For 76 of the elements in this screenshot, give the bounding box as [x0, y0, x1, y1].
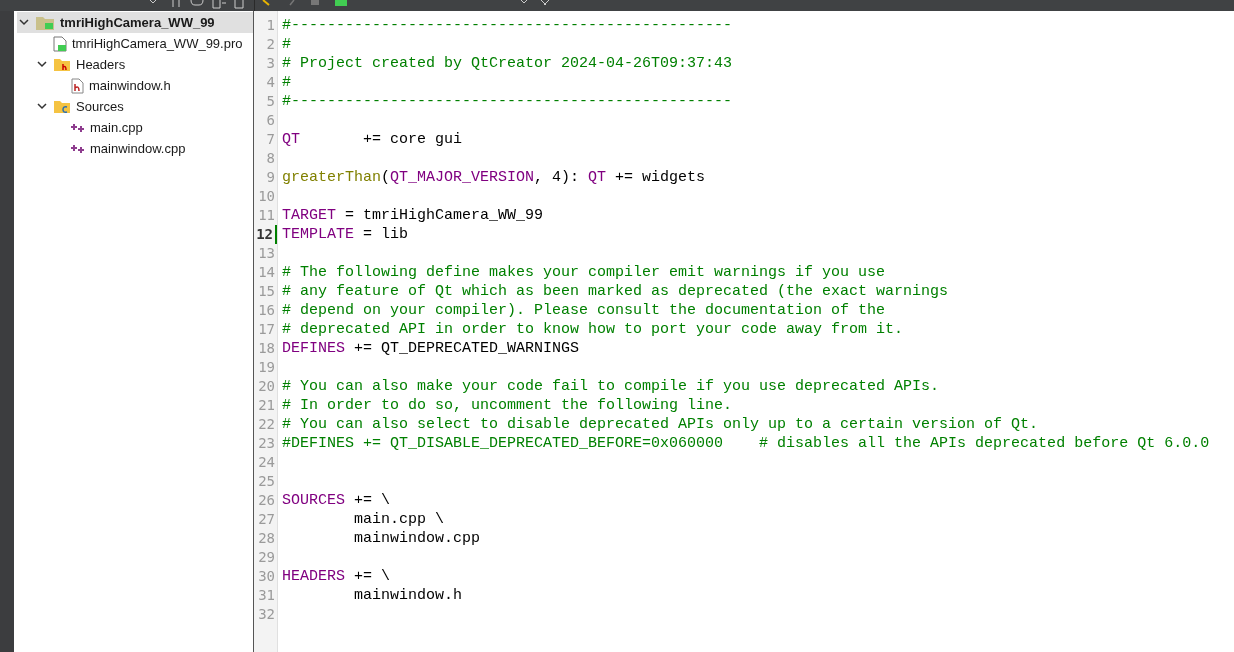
code-line: TEMPLATE = lib	[282, 225, 409, 244]
chevron-icon[interactable]	[18, 19, 29, 26]
code-line: # The following define makes your compiler emit warnings if you use	[282, 263, 886, 282]
folder-icon	[53, 99, 71, 114]
close-icon[interactable]	[540, 0, 550, 6]
line-number: 31	[257, 586, 276, 605]
tree-item[interactable]: mainwindow.h	[53, 75, 253, 96]
code-line: mainwindow.h	[353, 586, 463, 605]
code-line: mainwindow.cpp	[353, 529, 481, 548]
tree-item[interactable]: tmriHighCamera_WW_99	[17, 12, 253, 33]
code-line: #-------------------------------------------------	[282, 92, 733, 111]
line-number: 12	[254, 225, 277, 244]
folder-icon	[35, 14, 55, 31]
line-number: 4	[265, 73, 276, 92]
caret-icon[interactable]	[520, 0, 528, 5]
code-line: QT += core gui	[282, 130, 463, 149]
folder-icon	[53, 57, 71, 72]
code-line: #	[282, 73, 291, 92]
line-number: 10	[257, 187, 276, 206]
line-number: 8	[265, 149, 276, 168]
line-number: 28	[257, 529, 276, 548]
line-number: 21	[257, 396, 276, 415]
line-number: 22	[257, 415, 276, 434]
line-number: 13	[257, 244, 276, 263]
line-number: 30	[257, 567, 276, 586]
line-number: 11	[257, 206, 276, 225]
code-line: #DEFINES += QT_DISABLE_DEPRECATED_BEFORE=0x060000 # disables all the APIs deprecated before Qt 6.0.0	[282, 434, 1210, 453]
line-number: 1	[265, 16, 276, 35]
line-number: 17	[257, 320, 276, 339]
code-line: # You can also select to disable deprecated APIs only up to a certain version of Qt.	[282, 415, 1039, 434]
line-number: 27	[257, 510, 276, 529]
file-icon	[71, 77, 84, 94]
line-number: 18	[257, 339, 276, 358]
line-number: 5	[265, 92, 276, 111]
code-line: # Project created by QtCreator 2024-04-26T09:37:43	[282, 54, 733, 73]
chevron-icon[interactable]	[36, 61, 47, 68]
caret-icon[interactable]	[149, 0, 157, 5]
line-number: 2	[265, 35, 276, 54]
code-line: SOURCES += \	[282, 491, 391, 510]
code-line: # depend on your compiler). Please consult the documentation of the	[282, 301, 886, 320]
code-line: #	[282, 35, 291, 54]
chevron-icon[interactable]	[36, 103, 47, 110]
tree-item[interactable]: Sources	[35, 96, 253, 117]
file-icon	[53, 35, 67, 52]
tree-item[interactable]: tmriHighCamera_WW_99.pro	[35, 33, 253, 54]
plus-plus-icon	[71, 143, 85, 154]
line-number: 7	[265, 130, 276, 149]
line-number: 19	[257, 358, 276, 377]
code-line: # You can also make your code fail to compile if you use deprecated APIs.	[282, 377, 940, 396]
code-line: TARGET = tmriHighCamera_WW_99	[282, 206, 544, 225]
line-number: 25	[257, 472, 276, 491]
plus-plus-icon	[71, 122, 85, 133]
code-line: # any feature of Qt which as been marked as deprecated (the exact warnings	[282, 282, 949, 301]
code-line: DEFINES += QT_DEPRECATED_WARNINGS	[282, 339, 580, 358]
code-line: main.cpp \	[353, 510, 445, 529]
tree-item[interactable]: main.cpp	[53, 117, 253, 138]
code-line: greaterThan(QT_MAJOR_VERSION, 4): QT += widgets	[282, 168, 706, 187]
line-number: 6	[265, 111, 276, 130]
tree-item[interactable]: Headers	[35, 54, 253, 75]
line-number: 15	[257, 282, 276, 301]
qt-file-icon	[335, 0, 347, 6]
line-number: 3	[265, 54, 276, 73]
code-line: # deprecated API in order to know how to port your code away from it.	[282, 320, 904, 339]
line-number: 24	[257, 453, 276, 472]
line-number: 20	[257, 377, 276, 396]
line-number: 16	[257, 301, 276, 320]
line-number: 32	[257, 605, 276, 624]
code-line: # In order to do so, uncomment the following line.	[282, 396, 733, 415]
code-line: HEADERS += \	[282, 567, 391, 586]
tree-item[interactable]: mainwindow.cpp	[53, 138, 253, 159]
line-number: 26	[257, 491, 276, 510]
line-number: 9	[265, 168, 276, 187]
code-line: #-------------------------------------------------	[282, 16, 733, 35]
line-number: 23	[257, 434, 276, 453]
line-number: 29	[257, 548, 276, 567]
line-number: 14	[257, 263, 276, 282]
